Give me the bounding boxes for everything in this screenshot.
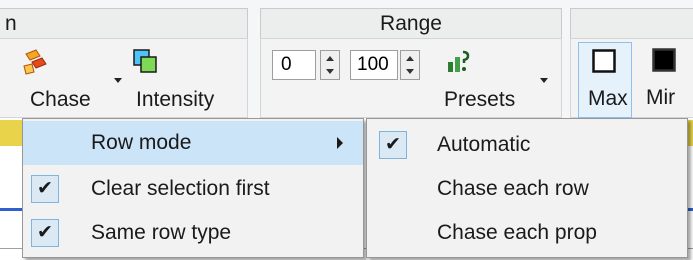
submenu-item-automatic[interactable]: ✔ Automatic: [367, 123, 687, 167]
chase-options-menu: Row mode ✔ Clear selection first ✔ Same …: [22, 118, 364, 258]
submenu-item-label: Chase each row: [437, 177, 589, 200]
group-header-label: n: [5, 12, 17, 35]
check-icon: ✔: [31, 175, 59, 203]
max-label: Max: [588, 87, 628, 110]
stepper-down-icon[interactable]: [406, 69, 414, 74]
max-icon: [592, 49, 616, 73]
intensity-icon: [133, 49, 157, 73]
check-icon: ✔: [31, 219, 59, 247]
intensity-button[interactable]: Intensity: [128, 44, 232, 118]
menu-item-label: Same row type: [91, 221, 232, 244]
submenu-item-label: Chase each prop: [437, 221, 597, 244]
range-from-stepper[interactable]: [320, 50, 340, 80]
group-header-range: Range: [260, 8, 562, 38]
stepper-down-icon[interactable]: [326, 69, 334, 74]
submenu-item-label: Automatic: [437, 133, 531, 156]
stepper-up-icon[interactable]: [406, 56, 414, 61]
presets-dropdown-arrow[interactable]: [540, 78, 548, 83]
min-label: Mir: [646, 86, 676, 109]
menu-item-clear-selection-first[interactable]: ✔ Clear selection first: [23, 167, 363, 211]
menu-item-row-mode[interactable]: Row mode: [23, 121, 363, 165]
range-from-input[interactable]: 0: [272, 50, 316, 80]
intensity-label: Intensity: [136, 88, 215, 111]
group-header-effects: n: [0, 8, 248, 38]
min-button[interactable]: Mir: [640, 42, 693, 118]
range-to-stepper[interactable]: [400, 50, 420, 80]
row-mode-submenu: ✔ Automatic Chase each row Chase each pr…: [366, 118, 688, 258]
presets-button[interactable]: Presets: [434, 44, 552, 118]
group-header-levels: [570, 8, 693, 38]
presets-label: Presets: [444, 88, 516, 111]
presets-icon: [448, 50, 470, 72]
check-icon: ✔: [379, 131, 407, 159]
range-from-value: 0: [281, 54, 292, 75]
chase-dropdown-arrow[interactable]: [114, 78, 122, 83]
min-icon: [652, 48, 676, 72]
chase-icon: [23, 49, 47, 75]
row-color-swatch: [0, 120, 22, 146]
max-button[interactable]: Max: [578, 42, 632, 118]
menu-item-same-row-type[interactable]: ✔ Same row type: [23, 211, 363, 255]
ribbon: n Chase Intensity Range 0 100 Presets Ma…: [0, 0, 693, 120]
submenu-item-chase-each-prop[interactable]: Chase each prop: [367, 211, 687, 255]
submenu-item-chase-each-row[interactable]: Chase each row: [367, 167, 687, 211]
submenu-arrow-icon: [337, 137, 343, 149]
range-to-value: 100: [357, 54, 389, 75]
stepper-up-icon[interactable]: [326, 56, 334, 61]
range-to-input[interactable]: 100: [350, 50, 398, 80]
menu-item-label: Row mode: [91, 131, 192, 154]
chase-label: Chase: [30, 88, 91, 111]
row-line-marker: [0, 208, 22, 211]
chase-button[interactable]: Chase: [10, 44, 122, 118]
group-header-label: Range: [380, 12, 442, 35]
menu-item-label: Clear selection first: [91, 177, 270, 200]
